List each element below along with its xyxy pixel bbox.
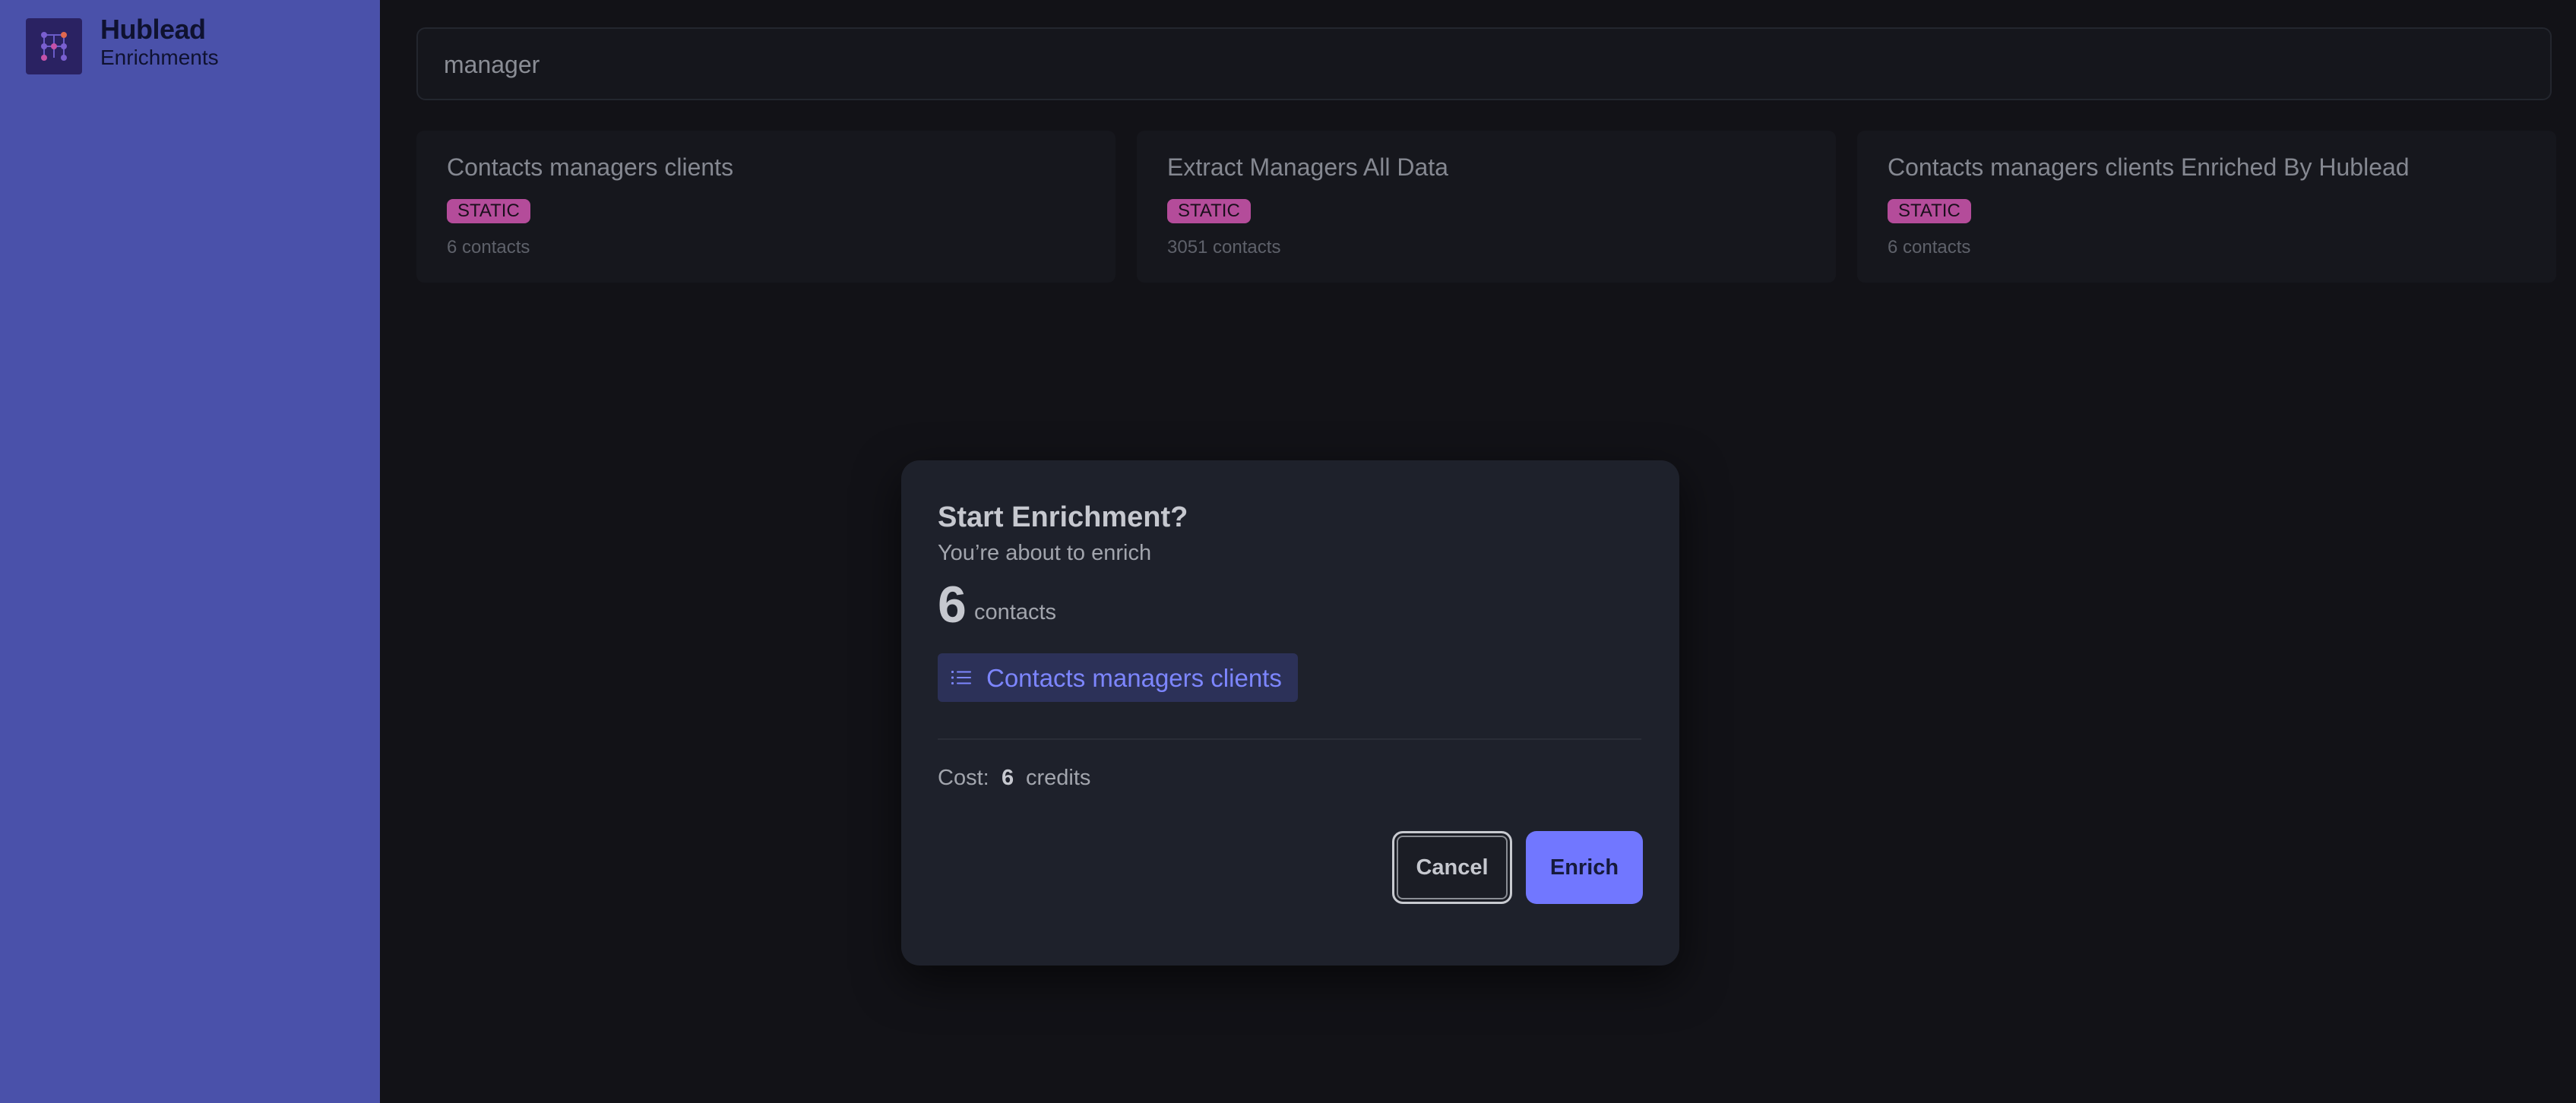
contact-count-label: contacts	[974, 600, 1056, 624]
static-badge: STATIC	[1888, 199, 1971, 223]
list-card-count: 6 contacts	[1888, 237, 1971, 258]
selected-list-chip: Contacts managers clients	[938, 653, 1298, 702]
contact-count: 6	[938, 576, 967, 634]
list-card-title: Contacts managers clients	[447, 153, 734, 181]
list-card[interactable]: Contacts managers clients Enriched By Hu…	[1857, 131, 2556, 283]
list-card-count: 6 contacts	[447, 237, 530, 258]
enrichment-dialog: Start Enrichment? You’re about to enrich…	[901, 460, 1679, 966]
cost-value: 6	[1002, 766, 1014, 790]
list-card[interactable]: Contacts managers clients STATIC 6 conta…	[416, 131, 1116, 283]
search-box[interactable]	[416, 27, 2552, 100]
cost-label: Cost:	[938, 766, 989, 790]
enrich-button[interactable]: Enrich	[1526, 831, 1643, 904]
list-card[interactable]: Extract Managers All Data STATIC 3051 co…	[1137, 131, 1836, 283]
cancel-button[interactable]: Cancel	[1392, 831, 1512, 904]
static-badge: STATIC	[1167, 199, 1251, 223]
dialog-subtitle: You’re about to enrich	[938, 541, 1152, 565]
brand-name: Hublead	[100, 14, 206, 45]
divider	[938, 738, 1641, 740]
selected-list-name: Contacts managers clients	[986, 664, 1282, 692]
list-card-count: 3051 contacts	[1167, 237, 1281, 258]
list-card-title: Contacts managers clients Enriched By Hu…	[1888, 153, 2410, 181]
search-input[interactable]	[442, 29, 2527, 100]
dialog-title: Start Enrichment?	[938, 501, 1188, 533]
sidebar: Hublead Enrichments	[0, 0, 380, 1103]
static-badge: STATIC	[447, 199, 530, 223]
brand-subtitle: Enrichments	[100, 46, 219, 69]
list-card-title: Extract Managers All Data	[1167, 153, 1448, 181]
hublead-logo-icon[interactable]	[26, 18, 82, 74]
cost-unit: credits	[1026, 766, 1091, 790]
list-icon	[951, 671, 971, 684]
